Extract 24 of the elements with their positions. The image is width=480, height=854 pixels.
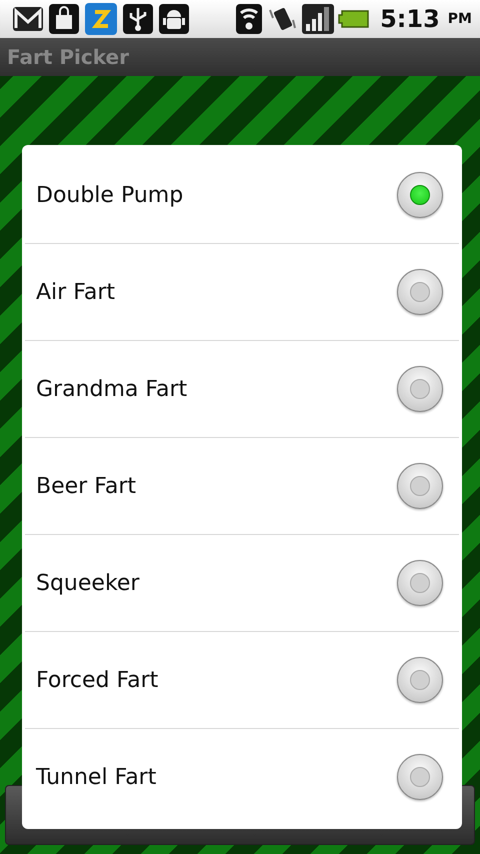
android-debug-icon — [158, 3, 190, 35]
option-item[interactable]: Tunnel Fart — [25, 729, 459, 825]
clock-time: 5:13 — [380, 5, 440, 33]
radio-button[interactable] — [397, 269, 443, 315]
app-notification-icon — [84, 2, 118, 36]
shopping-bag-icon — [48, 3, 80, 35]
option-item[interactable]: Air Fart — [25, 244, 459, 341]
option-item[interactable]: Beer Fart — [25, 438, 459, 535]
radio-button[interactable] — [397, 754, 443, 800]
option-item[interactable]: Forced Fart — [25, 632, 459, 729]
option-item[interactable]: Double Pump — [25, 147, 459, 244]
option-item[interactable]: Grandma Fart — [25, 341, 459, 438]
radio-button[interactable] — [397, 366, 443, 412]
wifi-icon — [236, 3, 262, 35]
mail-icon — [12, 4, 44, 34]
radio-button[interactable] — [397, 463, 443, 509]
signal-icon — [302, 3, 334, 35]
app-title: Fart Picker — [7, 45, 129, 69]
usb-icon — [122, 3, 154, 35]
option-item[interactable]: Squeeker — [25, 535, 459, 632]
radio-button[interactable] — [397, 560, 443, 606]
radio-button[interactable] — [397, 172, 443, 218]
radio-button[interactable] — [397, 657, 443, 703]
clock-period: PM — [448, 11, 472, 27]
